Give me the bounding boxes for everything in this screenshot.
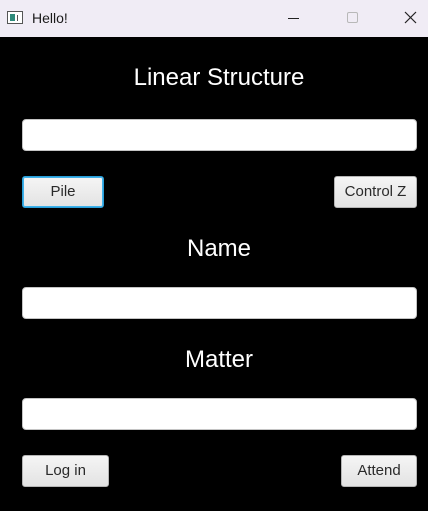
window-title: Hello! [32,10,68,26]
structure-input[interactable] [22,119,417,151]
control-z-button[interactable]: Control Z [334,176,417,208]
matter-label: Matter [184,346,253,373]
login-button[interactable]: Log in [22,455,109,487]
close-button[interactable] [387,0,428,37]
maximize-button[interactable] [329,0,375,37]
page-title: Linear Structure [133,64,305,91]
pile-button[interactable]: Pile [22,176,104,208]
name-field[interactable] [22,287,417,319]
maximize-icon [347,12,358,23]
name-label: Name [186,235,252,262]
matter-field[interactable] [22,398,417,430]
title-bar: Hello! [0,0,428,37]
minimize-icon [288,18,299,19]
app-window: Hello! Linear Structure Pile Control Z N… [0,0,428,511]
app-icon [7,11,23,24]
close-icon [404,11,417,24]
minimize-button[interactable] [270,0,316,37]
attend-button[interactable]: Attend [341,455,417,487]
